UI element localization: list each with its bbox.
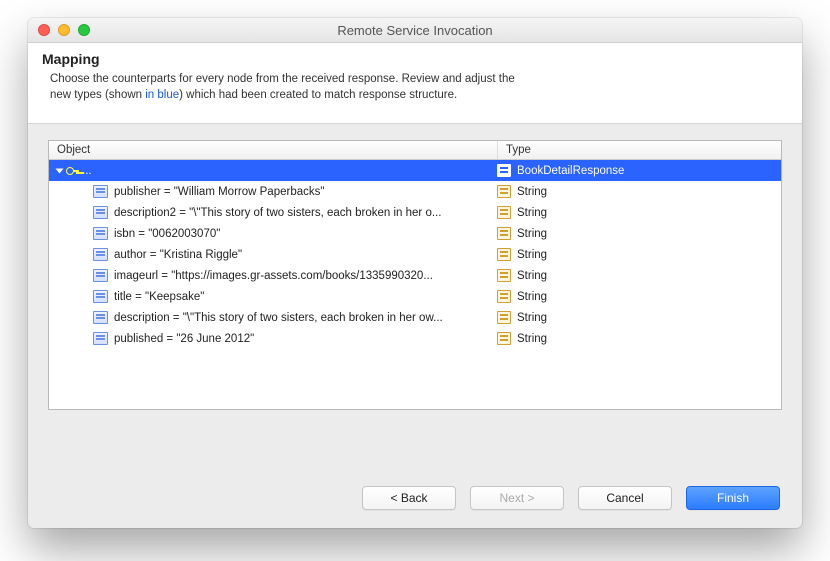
wizard-header: Mapping Choose the counterparts for ever… <box>28 43 802 124</box>
type-icon <box>497 332 511 345</box>
node-type: String <box>517 207 547 219</box>
cancel-button[interactable]: Cancel <box>578 486 672 510</box>
tree-root-row[interactable]: ... BookDetailResponse <box>49 160 781 181</box>
page-title: Mapping <box>42 51 788 67</box>
node-type: String <box>517 186 547 198</box>
node-type: String <box>517 312 547 324</box>
node-type: String <box>517 228 547 240</box>
tree-row[interactable]: publisher = "William Morrow Paperbacks" S… <box>49 181 781 202</box>
node-label: published = "26 June 2012" <box>114 333 254 345</box>
node-icon <box>93 311 108 324</box>
root-label: ... <box>82 165 92 177</box>
node-label: title = "Keepsake" <box>114 291 204 303</box>
node-icon <box>93 185 108 198</box>
root-type: BookDetailResponse <box>517 165 624 177</box>
finish-button[interactable]: Finish <box>686 486 780 510</box>
window-controls <box>38 24 90 36</box>
tree-row[interactable]: imageurl = "https://images.gr-assets.com… <box>49 265 781 286</box>
node-label: description = "\"This story of two siste… <box>114 312 443 324</box>
dialog-window: Remote Service Invocation Mapping Choose… <box>28 18 802 528</box>
minimize-icon[interactable] <box>58 24 70 36</box>
node-label: isbn = "0062003070" <box>114 228 220 240</box>
node-type: String <box>517 291 547 303</box>
disclosure-triangle-icon[interactable] <box>56 168 64 173</box>
page-description: Choose the counterparts for every node f… <box>42 71 788 103</box>
node-label: publisher = "William Morrow Paperbacks" <box>114 186 324 198</box>
node-icon <box>93 332 108 345</box>
node-type: String <box>517 333 547 345</box>
node-icon <box>93 290 108 303</box>
zoom-icon[interactable] <box>78 24 90 36</box>
type-icon <box>497 206 511 219</box>
desc-line2a: new types (shown <box>50 89 145 101</box>
column-header-type[interactable]: Type <box>498 141 781 159</box>
node-icon <box>93 206 108 219</box>
node-icon <box>93 269 108 282</box>
back-button[interactable]: < Back <box>362 486 456 510</box>
desc-line1: Choose the counterparts for every node f… <box>50 73 515 85</box>
type-icon <box>497 290 511 303</box>
type-icon <box>497 227 511 240</box>
mapping-tree: Object Type ... BookDetailResponse publi… <box>48 140 782 410</box>
window-title: Remote Service Invocation <box>337 23 492 38</box>
wizard-button-bar: < Back Next > Cancel Finish <box>362 486 780 510</box>
tree-row[interactable]: description = "\"This story of two siste… <box>49 307 781 328</box>
node-icon <box>93 227 108 240</box>
type-icon <box>497 185 511 198</box>
column-header-object[interactable]: Object <box>49 141 498 159</box>
node-icon <box>93 248 108 261</box>
key-icon <box>66 165 80 177</box>
tree-row[interactable]: description2 = "\"This story of two sist… <box>49 202 781 223</box>
tree-row[interactable]: author = "Kristina Riggle" String <box>49 244 781 265</box>
type-icon <box>497 311 511 324</box>
close-icon[interactable] <box>38 24 50 36</box>
node-label: description2 = "\"This story of two sist… <box>114 207 441 219</box>
titlebar: Remote Service Invocation <box>28 18 802 43</box>
type-icon <box>497 269 511 282</box>
next-button: Next > <box>470 486 564 510</box>
node-type: String <box>517 249 547 261</box>
node-type: String <box>517 270 547 282</box>
tree-column-headers: Object Type <box>49 141 781 160</box>
node-label: imageurl = "https://images.gr-assets.com… <box>114 270 433 282</box>
desc-line2b: ) which had been created to match respon… <box>179 89 457 101</box>
type-icon <box>497 248 511 261</box>
desc-blue: in blue <box>145 89 179 101</box>
tree-row[interactable]: isbn = "0062003070" String <box>49 223 781 244</box>
type-icon <box>497 164 511 177</box>
tree-body[interactable]: ... BookDetailResponse publisher = "Will… <box>49 160 781 409</box>
tree-row[interactable]: published = "26 June 2012" String <box>49 328 781 349</box>
tree-row[interactable]: title = "Keepsake" String <box>49 286 781 307</box>
node-label: author = "Kristina Riggle" <box>114 249 242 261</box>
